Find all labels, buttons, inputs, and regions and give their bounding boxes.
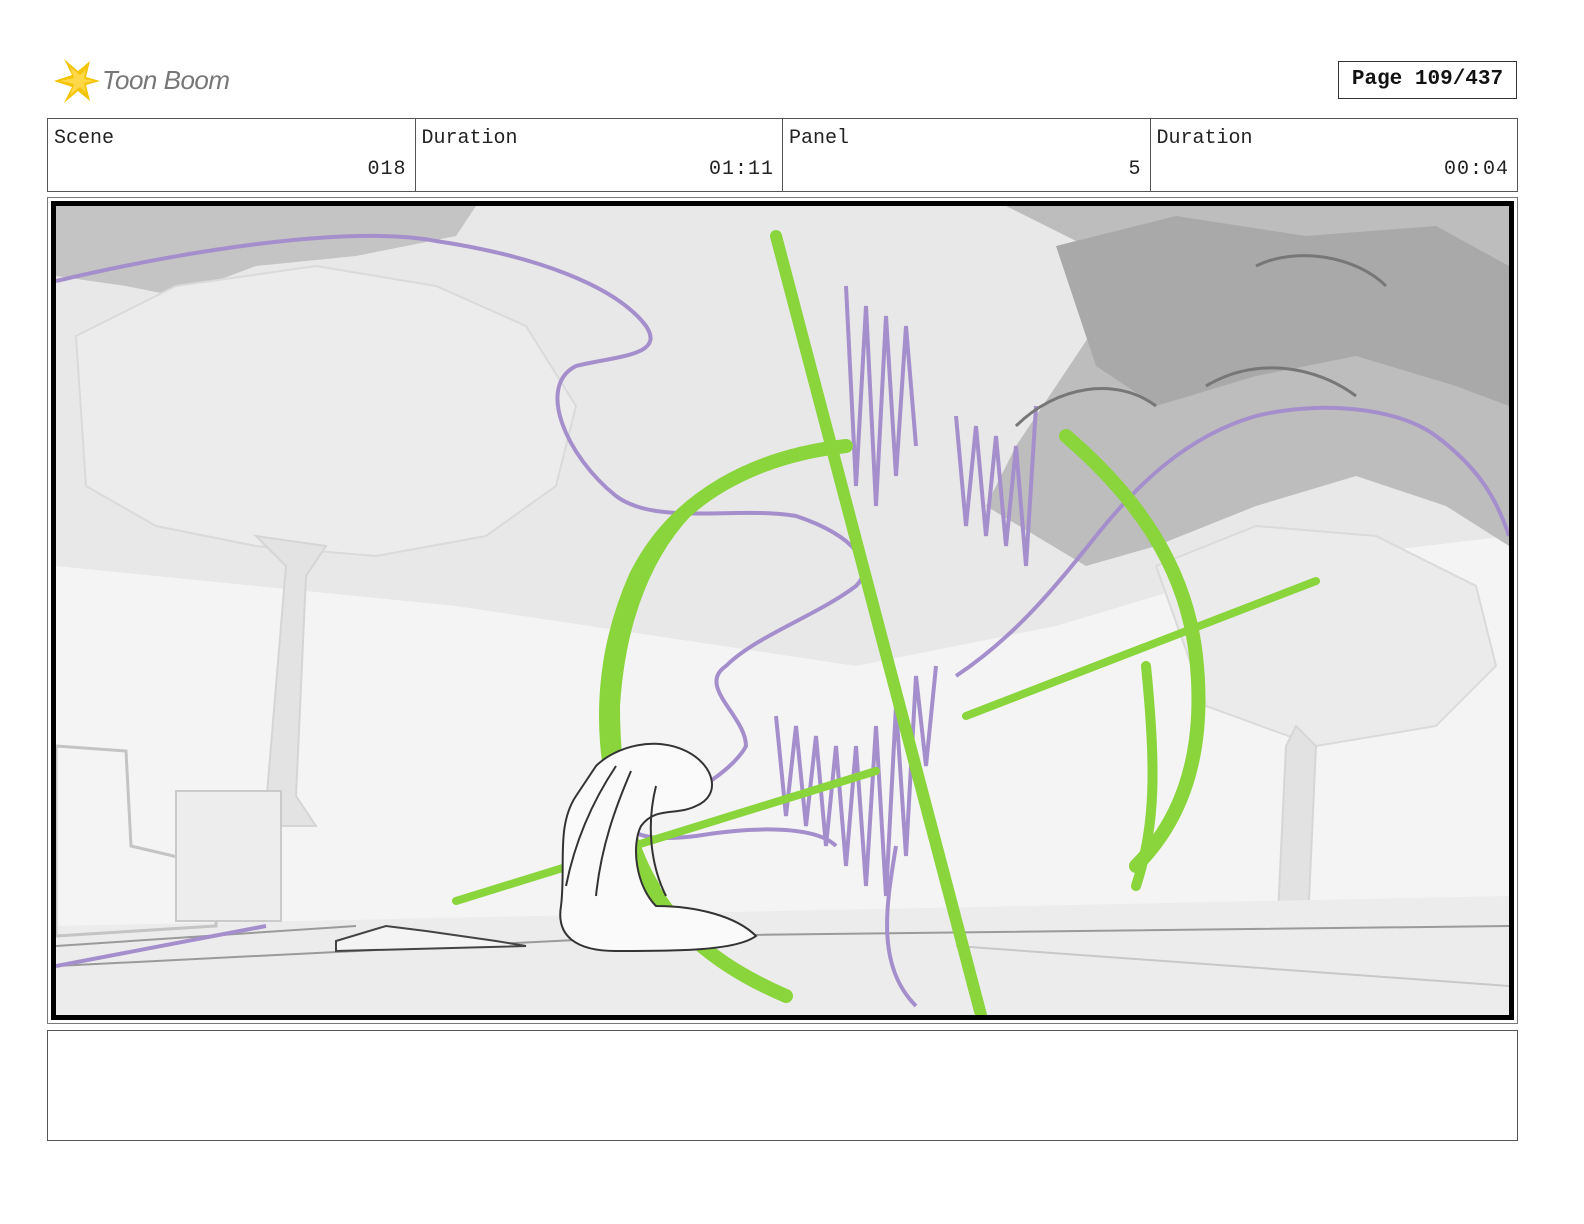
- panel-label: Panel: [789, 127, 850, 150]
- panel-cell: Panel 5: [783, 119, 1151, 191]
- scene-cell: Scene 018: [48, 119, 416, 191]
- scene-label: Scene: [54, 127, 115, 150]
- logo-text: Toon Boom: [102, 65, 230, 95]
- page-number: Page 109/437: [1338, 61, 1517, 99]
- panel-value: 5: [1128, 158, 1142, 181]
- panel-duration-cell: Duration 00:04: [1151, 119, 1518, 191]
- toon-boom-logo: Toon Boom: [50, 55, 270, 107]
- scene-value: 018: [367, 158, 407, 181]
- notes-box: [47, 1030, 1518, 1141]
- scene-info-table: Scene 018 Duration 01:11 Panel 5 Duratio…: [47, 118, 1518, 192]
- scene-duration-cell: Duration 01:11: [416, 119, 783, 191]
- scene-duration-label: Duration: [421, 127, 518, 150]
- storyboard-sketch: [56, 206, 1509, 1015]
- panel-duration-label: Duration: [1156, 127, 1253, 150]
- storyboard-panel-image: [51, 201, 1514, 1020]
- starburst-icon: [54, 59, 100, 103]
- scene-duration-value: 01:11: [708, 158, 774, 181]
- panel-duration-value: 00:04: [1443, 158, 1509, 181]
